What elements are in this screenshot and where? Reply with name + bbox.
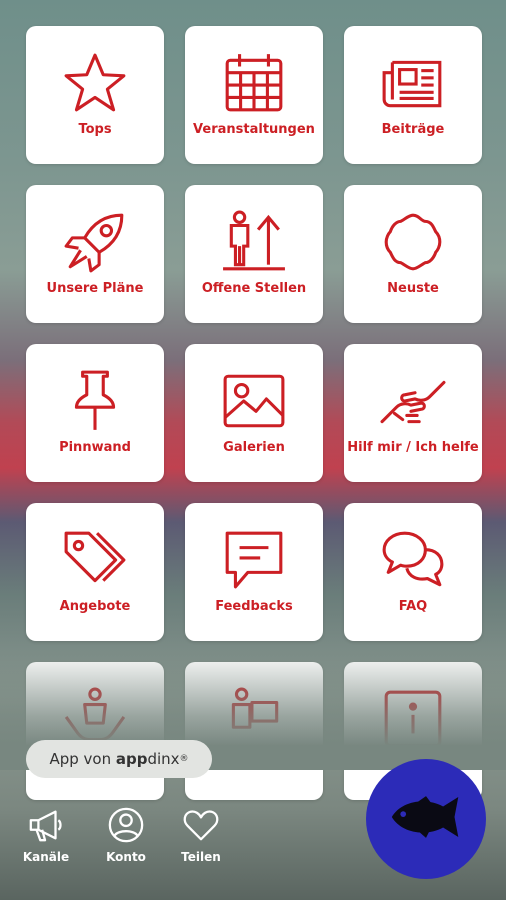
tile-label: Veranstaltungen — [193, 122, 315, 137]
flower-badge-icon — [378, 207, 448, 277]
tile-hilf-mir[interactable]: Hilf mir / Ich helfe — [344, 344, 482, 482]
badge-reg: ® — [179, 754, 189, 764]
tile-pinnwand[interactable]: Pinnwand — [26, 344, 164, 482]
message-icon — [219, 525, 289, 595]
tile-veranstaltungen[interactable]: Veranstaltungen — [185, 26, 323, 164]
nav-teilen[interactable]: Teilen — [171, 806, 231, 864]
tile-neuste[interactable]: Neuste — [344, 185, 482, 323]
career-up-icon — [219, 207, 289, 277]
tile-label: FAQ — [398, 599, 428, 614]
tile-label: Offene Stellen — [201, 281, 307, 296]
tile-label: Feedbacks — [215, 599, 293, 614]
info-icon — [378, 684, 448, 754]
tile-tops[interactable]: Tops — [26, 26, 164, 164]
nav-label: Teilen — [181, 850, 221, 864]
badge-brand-rest: dinx — [147, 750, 180, 768]
tags-icon — [60, 525, 130, 595]
calendar-icon — [219, 48, 289, 118]
image-icon — [219, 366, 289, 436]
star-icon — [60, 48, 130, 118]
fish-fab-button[interactable] — [366, 759, 486, 879]
tile-offene-stellen[interactable]: Offene Stellen — [185, 185, 323, 323]
chat-bubbles-icon — [378, 525, 448, 595]
tile-label: Neuste — [387, 281, 439, 296]
newspaper-icon — [378, 48, 448, 118]
nav-label: Konto — [106, 850, 146, 864]
badge-prefix: App von — [49, 750, 116, 768]
tile-beitraege[interactable]: Beiträge — [344, 26, 482, 164]
nav-konto[interactable]: Konto — [96, 806, 156, 864]
tile-label: Unsere Pläne — [46, 281, 144, 296]
tile-label: Pinnwand — [59, 440, 131, 455]
nav-label: Kanäle — [22, 850, 70, 864]
account-icon — [96, 806, 156, 844]
person-box-icon — [219, 684, 289, 754]
tile-faq[interactable]: FAQ — [344, 503, 482, 641]
tile-unsere-plaene[interactable]: Unsere Pläne — [26, 185, 164, 323]
bottom-nav: Kanäle Konto Teilen — [0, 800, 300, 880]
tile-label: Galerien — [223, 440, 285, 455]
rocket-icon — [60, 207, 130, 277]
fish-icon — [388, 792, 464, 846]
tile-child-care[interactable] — [26, 662, 164, 800]
tile-label: Hilf mir / Ich helfe — [347, 440, 479, 455]
tile-label: Tops — [78, 122, 112, 137]
nav-kanaele[interactable]: Kanäle — [16, 806, 76, 864]
handshake-icon — [378, 366, 448, 436]
appdinx-badge[interactable]: App von app dinx ® — [26, 740, 212, 778]
tile-person-box[interactable] — [185, 662, 323, 800]
badge-brand-bold: app — [115, 750, 148, 768]
tile-label: Angebote — [59, 599, 131, 614]
megaphone-icon — [16, 806, 76, 844]
tile-feedbacks[interactable]: Feedbacks — [185, 503, 323, 641]
tile-galerien[interactable]: Galerien — [185, 344, 323, 482]
tile-label: Beiträge — [381, 122, 445, 137]
tile-angebote[interactable]: Angebote — [26, 503, 164, 641]
pushpin-icon — [60, 366, 130, 436]
heart-icon — [171, 806, 231, 844]
